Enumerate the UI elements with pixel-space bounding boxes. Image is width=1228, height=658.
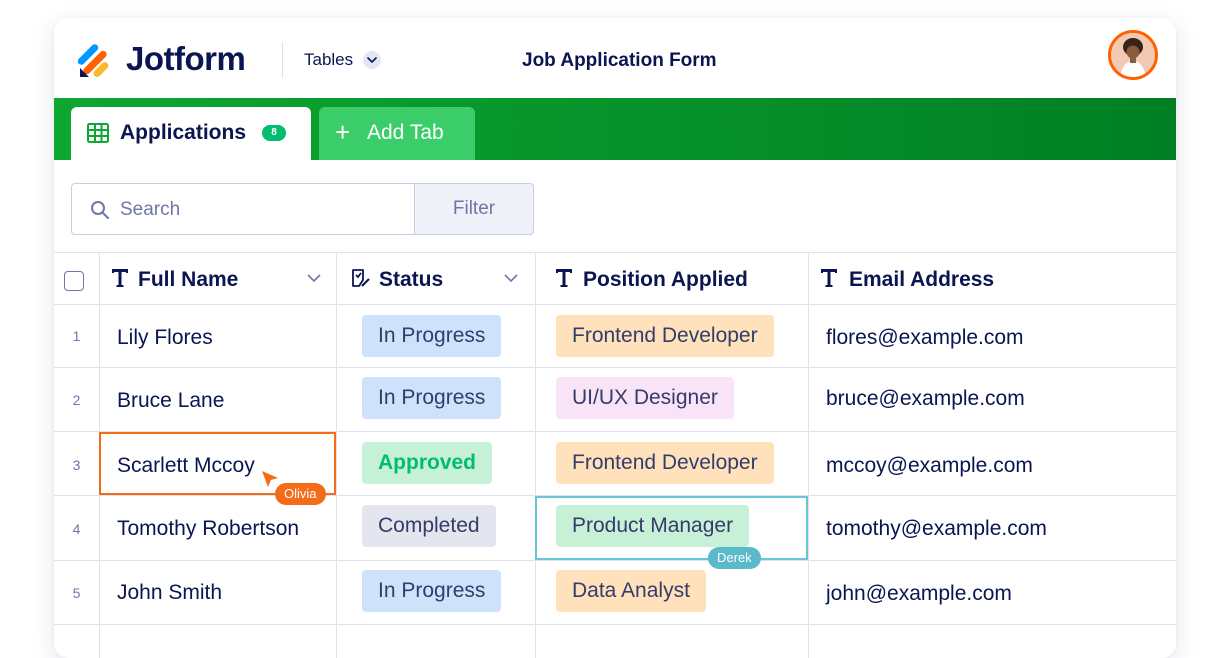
tab-applications-label: Applications: [120, 121, 247, 144]
cell-email[interactable]: bruce@example.com: [826, 387, 1025, 411]
user-avatar[interactable]: [1108, 30, 1158, 80]
grid-line: [54, 367, 1176, 368]
cell-email[interactable]: john@example.com: [826, 582, 1012, 606]
column-header-status[interactable]: Status: [336, 252, 535, 304]
status-badge[interactable]: In Progress: [362, 315, 502, 357]
column-label: Status: [379, 268, 444, 291]
collaborator-tag-olivia: Olivia: [275, 483, 326, 505]
column-header-position[interactable]: Position Applied: [535, 252, 808, 304]
search-icon: [91, 201, 109, 219]
cell-email[interactable]: tomothy@example.com: [826, 517, 1047, 541]
text-type-icon: [821, 269, 837, 287]
tab-applications[interactable]: Applications 8: [71, 107, 311, 160]
column-label: Full Name: [138, 268, 239, 291]
cell-email[interactable]: flores@example.com: [826, 326, 1024, 350]
row-number: 4: [72, 521, 81, 537]
position-tag[interactable]: UI/UX Designer: [556, 377, 734, 419]
status-badge[interactable]: Approved: [362, 442, 493, 484]
cell-full-name[interactable]: Tomothy Robertson: [117, 517, 299, 541]
column-header-full-name[interactable]: Full Name: [99, 252, 336, 304]
add-tab-label: Add Tab: [367, 121, 444, 144]
app-window: Jotform Tables Job Application Form Appl…: [54, 18, 1176, 658]
tables-menu-label[interactable]: Tables: [304, 50, 353, 70]
chevron-down-icon[interactable]: [307, 274, 321, 283]
chevron-down-icon[interactable]: [504, 274, 518, 283]
status-badge[interactable]: Completed: [362, 505, 496, 547]
collaborator-selection-derek: [535, 496, 808, 560]
column-label: Email Address: [849, 268, 995, 291]
data-table: Full Name Status Position Applied Email …: [54, 252, 1176, 658]
tables-dropdown-button[interactable]: [363, 51, 381, 69]
search-box[interactable]: [71, 183, 415, 235]
jotform-logo-icon[interactable]: [78, 42, 112, 78]
row-number: 1: [72, 328, 81, 344]
position-tag[interactable]: Frontend Developer: [556, 315, 774, 357]
grid-line: [336, 252, 337, 658]
row-number: 5: [72, 585, 81, 601]
cell-full-name[interactable]: John Smith: [117, 581, 222, 605]
table-grid-icon: [87, 123, 109, 143]
filter-button[interactable]: Filter: [414, 183, 534, 235]
avatar-portrait-icon: [1111, 33, 1155, 77]
search-input[interactable]: [118, 194, 402, 226]
chevron-down-icon: [367, 57, 377, 64]
cell-email[interactable]: mccoy@example.com: [826, 454, 1033, 478]
status-checklist-icon: [352, 269, 370, 287]
column-header-email[interactable]: Email Address: [808, 252, 1176, 304]
form-title: Job Application Form: [522, 50, 717, 71]
tab-count-badge: 8: [262, 125, 286, 141]
cell-full-name[interactable]: Bruce Lane: [117, 389, 224, 413]
row-number: 3: [72, 457, 81, 473]
cell-full-name[interactable]: Lily Flores: [117, 326, 213, 350]
plus-icon: +: [335, 117, 351, 147]
status-badge[interactable]: In Progress: [362, 377, 502, 419]
grid-line: [54, 560, 1176, 561]
add-tab-button[interactable]: + Add Tab: [319, 107, 475, 160]
column-label: Position Applied: [583, 268, 748, 291]
select-all-checkbox[interactable]: [64, 271, 84, 291]
position-tag[interactable]: Frontend Developer: [556, 442, 774, 484]
text-type-icon: [112, 269, 128, 287]
logo-text: Jotform: [126, 40, 246, 77]
grid-line: [808, 252, 809, 658]
grid-line: [535, 252, 536, 658]
status-badge[interactable]: In Progress: [362, 570, 502, 612]
tab-bar: Applications 8 + Add Tab: [54, 98, 1176, 160]
text-type-icon: [556, 269, 572, 287]
top-bar: Jotform Tables Job Application Form: [54, 18, 1176, 98]
grid-line: [54, 624, 1176, 625]
grid-line: [54, 304, 1176, 305]
row-number: 2: [72, 392, 81, 408]
collaborator-tag-derek: Derek: [708, 547, 761, 569]
position-tag[interactable]: Data Analyst: [556, 570, 706, 612]
header-divider: [282, 42, 283, 78]
